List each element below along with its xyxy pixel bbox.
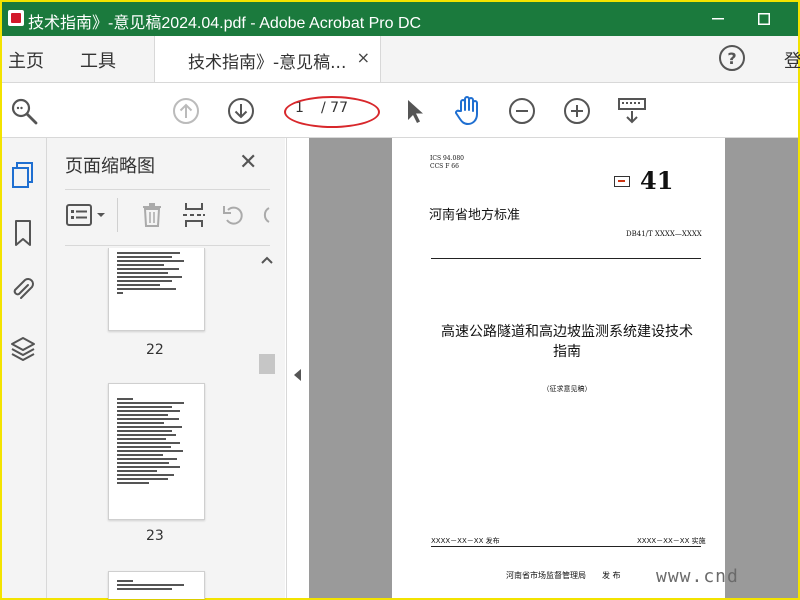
attachments-button[interactable] <box>6 272 40 306</box>
paperclip-icon <box>13 278 34 299</box>
options-menu-icon <box>66 204 105 226</box>
thumbnail-options-button[interactable] <box>65 198 109 232</box>
close-panel-icon[interactable]: ✕ <box>239 150 257 175</box>
thumbnails-panel: 页面缩略图 ✕ 22 23 <box>47 138 285 599</box>
ics-code: ICS 94.080 <box>430 155 464 162</box>
minimize-button[interactable] <box>704 6 732 32</box>
page-text-lines <box>117 398 196 486</box>
main-toolbar: 1 / 77 <box>2 83 798 138</box>
pdf-page: ICS 94.080 CCS F 66 41 河南省地方标准 DB41/T XX… <box>392 138 725 598</box>
pages-icon <box>12 162 33 188</box>
standard-code: DB41/T XXXX—XXXX <box>626 230 702 238</box>
ccs-code: CCS F 66 <box>430 163 459 170</box>
minimize-icon <box>712 18 724 20</box>
collapse-panel-button[interactable] <box>286 138 309 598</box>
toolbar-divider <box>117 198 118 232</box>
panel-title: 页面缩略图 <box>65 156 155 177</box>
zoom-in-button[interactable] <box>559 93 595 129</box>
zoom-in-icon <box>564 98 590 124</box>
menu-tools[interactable]: 工具 <box>80 47 116 73</box>
scroll-up-icon <box>261 256 273 264</box>
search-icon <box>11 98 38 125</box>
menu-home[interactable]: 主页 <box>8 47 44 73</box>
rotate-page-button[interactable] <box>219 198 249 232</box>
page-display-button[interactable] <box>614 93 650 129</box>
hand-tool-button[interactable] <box>450 93 486 129</box>
rotate-icon <box>223 206 243 225</box>
arrow-down-circle-icon <box>228 98 254 124</box>
layers-icon <box>11 337 35 361</box>
header-rule <box>431 258 701 259</box>
publish-date: XXXX－XX－XX 发布 <box>431 537 500 545</box>
standard-label: 河南省地方标准 <box>429 208 521 223</box>
window-title: 技术指南》-意见稿2024.04.pdf - Adobe Acrobat Pro… <box>28 15 422 32</box>
keyboard-down-icon <box>618 98 646 124</box>
title-line-2: 指南 <box>553 344 581 360</box>
layers-button[interactable] <box>6 332 40 366</box>
title-line-1: 高速公路隧道和高边坡监测系统建设技术 <box>441 324 693 340</box>
hand-icon <box>455 96 478 125</box>
standard-badge-icon <box>614 176 630 187</box>
bookmarks-button[interactable] <box>6 216 40 250</box>
bookmark-icon <box>15 220 31 246</box>
page-thumbnails-button[interactable] <box>6 158 40 192</box>
page-label-23: 23 <box>146 528 164 544</box>
zoom-out-button[interactable] <box>504 93 540 129</box>
login-link[interactable]: 登 <box>784 47 800 73</box>
previous-page-button[interactable] <box>168 93 204 129</box>
document-viewer[interactable]: ICS 94.080 CCS F 66 41 河南省地方标准 DB41/T XX… <box>309 138 798 598</box>
document-title: 高速公路隧道和高边坡监测系统建设技术 指南 <box>432 322 702 362</box>
svg-text:?: ? <box>727 49 736 68</box>
page-text-lines <box>117 252 196 296</box>
page-thumbnail-23[interactable] <box>108 383 205 520</box>
highlight-annotation <box>284 96 380 128</box>
watermark-text: www.cnd <box>656 566 739 587</box>
cursor-arrow-icon <box>408 100 423 123</box>
maximize-button[interactable] <box>750 6 778 32</box>
split-page-icon <box>183 203 205 227</box>
search-button[interactable] <box>6 93 42 129</box>
delete-page-button[interactable] <box>137 198 167 232</box>
page-thumbnail-24[interactable] <box>108 571 205 599</box>
trash-icon <box>143 203 161 227</box>
more-tools-button[interactable] <box>257 198 271 232</box>
thumbnail-scrollbar[interactable] <box>258 250 276 598</box>
page-label-22: 22 <box>146 342 164 358</box>
panel-divider-2 <box>65 245 270 246</box>
page-text-lines <box>117 580 196 592</box>
page-thumbnail-22[interactable] <box>108 248 205 331</box>
select-tool-button[interactable] <box>396 93 432 129</box>
zoom-out-icon <box>509 98 535 124</box>
scrollbar-thumb[interactable] <box>259 354 275 374</box>
document-subtitle: （征求意见稿） <box>542 385 592 393</box>
effective-date: XXXX－XX－XX 实施 <box>637 537 706 545</box>
menu-bar: 主页 工具 技术指南》-意见稿... × ? 登 <box>2 36 800 83</box>
doc-classification: ICS 94.080 CCS F 66 <box>430 155 464 171</box>
title-bar: 技术指南》-意见稿2024.04.pdf - Adobe Acrobat Pro… <box>2 2 798 36</box>
rotate-right-icon <box>263 207 270 223</box>
extract-page-button[interactable] <box>179 198 209 232</box>
document-tab-label: 技术指南》-意见稿... <box>188 53 347 73</box>
acrobat-app-icon <box>8 10 24 26</box>
navigation-rail <box>2 138 47 598</box>
document-tab[interactable]: 技术指南》-意见稿... × <box>154 36 381 82</box>
region-number: 41 <box>640 166 674 195</box>
issuing-authority: 河南省市场监督管理局 发 布 <box>506 571 621 580</box>
footer-rule <box>431 546 701 547</box>
next-page-button[interactable] <box>223 93 259 129</box>
arrow-up-circle-icon <box>173 98 199 124</box>
chevron-left-icon <box>294 369 301 381</box>
close-tab-icon[interactable]: × <box>357 48 370 67</box>
maximize-icon <box>758 13 770 25</box>
help-button[interactable]: ? <box>714 40 750 76</box>
panel-divider <box>65 189 270 190</box>
help-icon: ? <box>719 45 745 71</box>
